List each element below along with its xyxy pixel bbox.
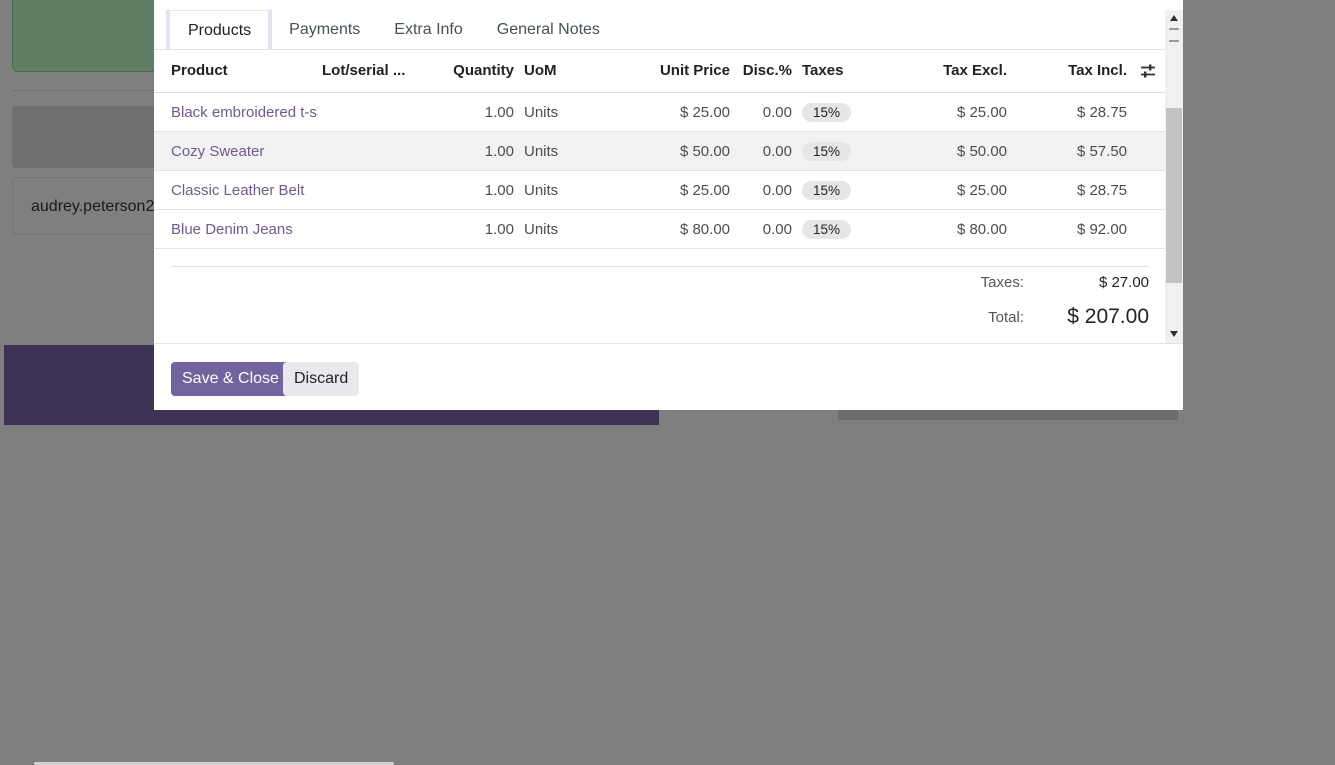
triangle-down-icon[interactable]: [1165, 328, 1183, 340]
discount-cell: 0.00: [762, 103, 792, 121]
product-link[interactable]: Blue Denim Jeans: [171, 221, 293, 238]
taxes-value: $ 27.00: [1098, 274, 1149, 291]
quantity-cell: 1.00: [484, 220, 514, 238]
tax-excl-cell: $ 80.00: [956, 220, 1007, 238]
tax-excl-cell: $ 25.00: [956, 103, 1007, 121]
tax-badge: 15%: [802, 102, 852, 122]
header-uom[interactable]: UoM: [524, 49, 604, 92]
notebook-tabs: Products Payments Extra Info General Not…: [166, 10, 617, 50]
tax-incl-cell: $ 28.75: [1076, 181, 1127, 199]
scroll-grip: [1169, 40, 1179, 42]
total-label: Total:: [988, 309, 1024, 326]
discard-button[interactable]: Discard: [283, 362, 360, 396]
tax-incl-cell: $ 57.50: [1076, 142, 1127, 160]
table-row[interactable]: Cozy Sweater 1.00 Units $ 50.00 0.00 15%…: [154, 132, 1165, 171]
tax-badge: 15%: [802, 141, 852, 161]
header-tax-excl[interactable]: Tax Excl.: [914, 49, 1007, 92]
unit-price-cell: $ 25.00: [679, 181, 730, 199]
tab-general-notes[interactable]: General Notes: [480, 10, 617, 50]
tax-badge: 15%: [802, 219, 852, 239]
order-lines-content: Product Lot/serial ... Quantity UoM Unit…: [154, 49, 1165, 343]
header-product[interactable]: Product: [171, 49, 321, 92]
discount-cell: 0.00: [762, 181, 792, 199]
save-close-button[interactable]: Save & Close: [171, 362, 290, 396]
taxes-label: Taxes:: [980, 274, 1024, 291]
vertical-scrollbar[interactable]: [1165, 10, 1183, 343]
quantity-cell: 1.00: [484, 103, 514, 121]
uom-cell: Units: [524, 142, 559, 160]
discount-cell: 0.00: [762, 220, 792, 238]
total-value: $ 207.00: [1067, 305, 1149, 328]
triangle-up-icon[interactable]: [1165, 12, 1183, 24]
order-lines-modal: Products Payments Extra Info General Not…: [154, 0, 1183, 410]
scroll-grip: [1169, 28, 1179, 30]
tax-badge: 15%: [802, 180, 852, 200]
tab-payments[interactable]: Payments: [272, 10, 377, 50]
header-quantity[interactable]: Quantity: [424, 49, 514, 92]
product-link[interactable]: Classic Leather Belt: [171, 182, 304, 199]
product-link[interactable]: Black embroidered t-sl: [171, 104, 318, 121]
scroll-thumb[interactable]: [1166, 108, 1182, 283]
table-row[interactable]: Black embroidered t-sl 1.00 Units $ 25.0…: [154, 93, 1165, 132]
table-header: Product Lot/serial ... Quantity UoM Unit…: [154, 49, 1165, 93]
tax-excl-cell: $ 50.00: [956, 142, 1007, 160]
quantity-cell: 1.00: [484, 142, 514, 160]
header-unit-price[interactable]: Unit Price: [624, 49, 730, 92]
tab-products[interactable]: Products: [166, 10, 273, 50]
header-taxes[interactable]: Taxes: [802, 49, 902, 92]
sliders-icon[interactable]: [1136, 49, 1160, 92]
tax-incl-cell: $ 92.00: [1076, 220, 1127, 238]
unit-price-cell: $ 80.00: [679, 220, 730, 238]
unit-price-cell: $ 50.00: [679, 142, 730, 160]
background-email-field: audrey.peterson25: [12, 177, 162, 235]
modal-footer: Save & Close Discard: [154, 343, 1183, 410]
background-panel: [12, 0, 162, 72]
header-tax-incl[interactable]: Tax Incl.: [1034, 49, 1127, 92]
background-block: [12, 106, 162, 168]
tax-incl-cell: $ 28.75: [1076, 103, 1127, 121]
tab-extra-info[interactable]: Extra Info: [377, 10, 479, 50]
header-lot-serial[interactable]: Lot/serial ...: [322, 49, 412, 92]
product-link[interactable]: Cozy Sweater: [171, 143, 264, 160]
unit-price-cell: $ 25.00: [679, 103, 730, 121]
uom-cell: Units: [524, 181, 559, 199]
background-divider: [12, 90, 162, 91]
table-row[interactable]: Blue Denim Jeans 1.00 Units $ 80.00 0.00…: [154, 210, 1165, 249]
discount-cell: 0.00: [762, 142, 792, 160]
uom-cell: Units: [524, 103, 559, 121]
tax-excl-cell: $ 25.00: [956, 181, 1007, 199]
background-email-text: audrey.peterson25: [31, 198, 162, 215]
header-discount[interactable]: Disc.%: [740, 49, 792, 92]
totals-divider: [171, 266, 1149, 267]
table-row[interactable]: Classic Leather Belt 1.00 Units $ 25.00 …: [154, 171, 1165, 210]
quantity-cell: 1.00: [484, 181, 514, 199]
uom-cell: Units: [524, 220, 559, 238]
